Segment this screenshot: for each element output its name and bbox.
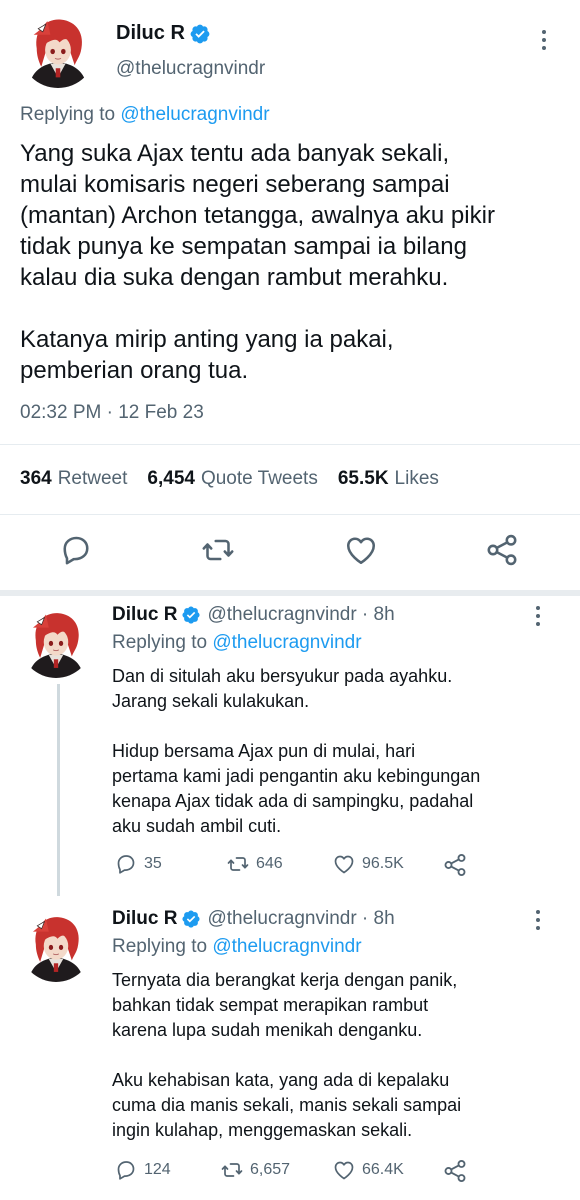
- share-icon[interactable]: [484, 532, 520, 568]
- like-action[interactable]: 66.4K: [332, 1158, 404, 1182]
- divider: [0, 514, 580, 515]
- more-options-icon[interactable]: [536, 606, 540, 626]
- author-name[interactable]: Diluc R: [112, 908, 177, 930]
- tweet-text: Dan di situlah aku bersyukur pada ayahku…: [112, 666, 481, 836]
- tweet-text: Yang suka Ajax tentu ada banyak sekali, …: [20, 140, 495, 384]
- replying-label: Replying to: [20, 104, 116, 125]
- retweet-icon[interactable]: [200, 532, 236, 568]
- replying-handle-link[interactable]: @thelucragnvindr: [120, 104, 269, 125]
- more-options-icon[interactable]: [542, 30, 546, 50]
- reply-tweet: Diluc R @thelucragnvindr · 8h Replying t…: [0, 900, 580, 1200]
- replying-to: Replying to @thelucragnvindr: [112, 632, 362, 654]
- share-icon: [442, 852, 468, 878]
- like-action[interactable]: 96.5K: [332, 852, 404, 876]
- reply-action[interactable]: 124: [114, 1158, 171, 1182]
- author-name[interactable]: Diluc R: [112, 604, 177, 626]
- avatar[interactable]: [20, 12, 96, 88]
- retweet-stat[interactable]: 364 Retweet: [20, 468, 127, 490]
- author-row: Diluc R: [116, 22, 211, 45]
- author-row: Diluc R @thelucragnvindr · 8h: [112, 604, 395, 626]
- more-options-icon[interactable]: [536, 910, 540, 930]
- retweet-count: 6,657: [250, 1161, 291, 1178]
- likes-stat[interactable]: 65.5K Likes: [338, 468, 439, 490]
- author-handle-time[interactable]: @thelucragnvindr · 8h: [207, 908, 394, 930]
- like-icon: [332, 1158, 356, 1182]
- like-icon: [332, 852, 356, 876]
- author-handle[interactable]: @thelucragnvindr: [116, 58, 265, 80]
- engagement-stats: 364 Retweet 6,454 Quote Tweets 65.5K Likes: [20, 468, 459, 490]
- reply-tweet: Diluc R @thelucragnvindr · 8h Replying t…: [0, 596, 580, 896]
- reply-action[interactable]: 35: [114, 852, 162, 876]
- share-action[interactable]: [442, 852, 474, 878]
- share-action[interactable]: [442, 1158, 474, 1184]
- divider: [0, 444, 580, 445]
- thread-line: [57, 684, 60, 896]
- reply-count: 35: [144, 855, 162, 872]
- tweet-text: Ternyata dia berangkat kerja dengan pani…: [112, 970, 462, 1140]
- retweet-action[interactable]: 646: [226, 852, 283, 876]
- verified-badge-icon: [189, 23, 211, 45]
- replying-label: Replying to: [112, 936, 208, 957]
- reply-icon: [114, 1158, 138, 1182]
- verified-badge-icon: [181, 909, 201, 929]
- like-count: 96.5K: [362, 855, 404, 872]
- replying-to: Replying to @thelucragnvindr: [112, 936, 362, 958]
- avatar[interactable]: [20, 910, 92, 982]
- replying-handle-link[interactable]: @thelucragnvindr: [212, 936, 361, 957]
- replying-to: Replying to @thelucragnvindr: [20, 104, 270, 126]
- retweet-icon: [226, 852, 250, 876]
- like-count: 66.4K: [362, 1161, 404, 1178]
- replying-handle-link[interactable]: @thelucragnvindr: [212, 632, 361, 653]
- main-tweet: Diluc R @thelucragnvindr Replying to @th…: [0, 0, 580, 595]
- verified-badge-icon: [181, 605, 201, 625]
- replying-label: Replying to: [112, 632, 208, 653]
- retweet-action[interactable]: 6,657: [220, 1158, 290, 1182]
- tweet-timestamp[interactable]: 02:32 PM · 12 Feb 23: [20, 402, 204, 424]
- author-handle-time[interactable]: @thelucragnvindr · 8h: [207, 604, 394, 626]
- like-icon[interactable]: [343, 532, 379, 568]
- share-icon: [442, 1158, 468, 1184]
- author-name[interactable]: Diluc R: [116, 22, 185, 45]
- reply-icon[interactable]: [58, 532, 94, 568]
- retweet-count: 646: [256, 855, 283, 872]
- retweet-icon: [220, 1158, 244, 1182]
- avatar[interactable]: [20, 606, 92, 678]
- reply-icon: [114, 852, 138, 876]
- quote-stat[interactable]: 6,454 Quote Tweets: [147, 468, 317, 490]
- reply-count: 124: [144, 1161, 171, 1178]
- author-row: Diluc R @thelucragnvindr · 8h: [112, 908, 395, 930]
